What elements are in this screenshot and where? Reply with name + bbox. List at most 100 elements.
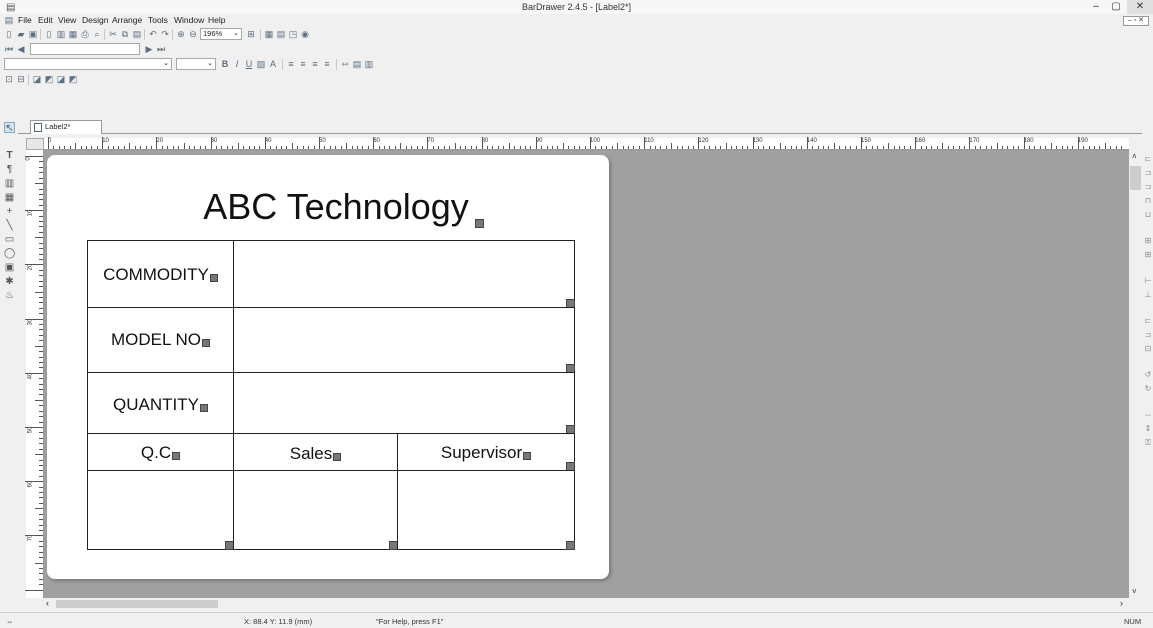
supervisor-signature-cell[interactable] <box>397 470 575 550</box>
stamp-tool-icon[interactable]: ♨ <box>4 290 15 301</box>
title-resize-handle[interactable] <box>475 219 484 228</box>
layout-icon[interactable]: ▤ <box>276 29 286 39</box>
align-top-icon[interactable]: ⊓ <box>1143 196 1153 205</box>
flip-h-icon[interactable]: ⇔ <box>1143 410 1153 419</box>
menu-edit[interactable]: Edit <box>38 15 53 25</box>
menu-tools[interactable]: Tools <box>148 15 168 25</box>
text-tool-icon[interactable]: T <box>4 150 15 161</box>
new-icon[interactable]: ▯ <box>4 29 14 39</box>
line-tool-icon[interactable]: ╲ <box>4 220 15 231</box>
menu-view[interactable]: View <box>58 15 76 25</box>
align-middle-icon[interactable]: ⊔ <box>1143 210 1153 219</box>
zoom-select[interactable]: 196% ⌄ <box>200 28 242 40</box>
rotate-right-icon[interactable]: ↻ <box>1143 384 1153 393</box>
group-icon[interactable]: ⊡ <box>4 74 14 84</box>
print-preview-icon[interactable]: ⌕ <box>92 29 102 39</box>
font-size-up-icon[interactable]: A <box>268 59 278 69</box>
symbol-tool-icon[interactable]: ✱ <box>4 276 15 287</box>
center-h-icon[interactable]: ⊏ <box>1143 316 1153 325</box>
scroll-left-icon[interactable]: ‹ <box>46 598 49 608</box>
fit-page-icon[interactable]: ⊞ <box>246 29 256 39</box>
design-canvas[interactable]: ABC Technology COMMODITY MODEL NO QUANTI… <box>44 150 1129 598</box>
qc-signature-cell[interactable] <box>87 470 234 550</box>
previous-record-icon[interactable]: ◀ <box>16 44 26 54</box>
commodity-label-cell[interactable]: COMMODITY <box>87 240 234 308</box>
flip-v-icon[interactable]: ⇕ <box>1143 424 1153 433</box>
open-icon[interactable]: ▰ <box>16 29 26 39</box>
text-field-handle[interactable] <box>199 404 208 412</box>
paragraph-tool-icon[interactable]: ¶ <box>4 164 15 175</box>
font-size-select[interactable]: ⌄ <box>176 58 216 70</box>
record-input[interactable] <box>30 43 140 55</box>
label-title-text[interactable]: ABC Technology <box>121 186 551 228</box>
center-page-icon[interactable]: ⊡ <box>1143 344 1153 353</box>
save-icon[interactable]: ▣ <box>28 29 38 39</box>
pointer-tool-icon[interactable]: ↖ <box>4 122 15 134</box>
same-height-icon[interactable]: ⊥ <box>1143 290 1153 299</box>
crosshair-tool-icon[interactable]: + <box>4 206 15 217</box>
line-spacing-icon[interactable]: ▥ <box>364 59 374 69</box>
vertical-scrollbar[interactable]: ˄ ˅ <box>1129 150 1142 598</box>
page-setup-icon[interactable]: ▯ <box>44 29 54 39</box>
image-icon[interactable]: ▦ <box>68 29 78 39</box>
image-tool-icon[interactable]: ▣ <box>4 262 15 273</box>
document-menu-icon[interactable]: ▤ <box>4 15 14 25</box>
distribute-h-icon[interactable]: ⊞ <box>1143 236 1153 245</box>
quantity-value-cell[interactable] <box>233 372 575 434</box>
model-no-label-cell[interactable]: MODEL NO <box>87 307 234 373</box>
redo-icon[interactable]: ↷ <box>160 29 170 39</box>
maximize-button[interactable]: ▢ <box>1107 0 1125 14</box>
ruler-unit-corner[interactable] <box>26 138 44 150</box>
next-record-icon[interactable]: ▶ <box>144 44 154 54</box>
qrcode-tool-icon[interactable]: ▦ <box>4 192 15 203</box>
minimize-button[interactable]: – <box>1087 0 1105 14</box>
copy-icon[interactable]: ⧉ <box>120 29 130 39</box>
menu-file[interactable]: File <box>18 15 32 25</box>
word-wrap-icon[interactable]: ▤ <box>352 59 362 69</box>
align-left-edge-icon[interactable]: ⊏ <box>1143 154 1153 163</box>
quantity-label-cell[interactable]: QUANTITY <box>87 372 234 434</box>
zoom-in-icon[interactable]: ⊕ <box>176 29 186 39</box>
grid-icon[interactable]: ▦ <box>264 29 274 39</box>
menu-help[interactable]: Help <box>208 15 225 25</box>
align-right-icon[interactable]: ≡ <box>310 59 320 69</box>
sales-header-cell[interactable]: Sales <box>233 433 398 471</box>
horizontal-scrollbar[interactable]: ‹ › <box>44 598 1129 610</box>
commodity-value-cell[interactable] <box>233 240 575 308</box>
center-v-icon[interactable]: ⊐ <box>1143 330 1153 339</box>
underline-icon[interactable]: U <box>244 59 254 69</box>
italic-icon[interactable]: I <box>232 59 242 69</box>
paste-icon[interactable]: ▤ <box>132 29 142 39</box>
align-center-icon[interactable]: ≡ <box>298 59 308 69</box>
lock-icon[interactable]: ⚿ <box>1143 438 1153 448</box>
align-left-icon[interactable]: ≡ <box>286 59 296 69</box>
text-field-handle[interactable] <box>333 453 342 461</box>
first-record-icon[interactable]: ⏮ <box>4 44 14 54</box>
database-icon[interactable]: ▥ <box>56 29 66 39</box>
ungroup-icon[interactable]: ⊟ <box>16 74 26 84</box>
same-width-icon[interactable]: ⊢ <box>1143 276 1153 285</box>
properties-icon[interactable]: ◉ <box>300 29 310 39</box>
font-name-select[interactable]: ⌄ <box>4 58 172 70</box>
justify-icon[interactable]: ≡ <box>322 59 332 69</box>
bring-front-icon[interactable]: ◪ <box>32 74 42 84</box>
char-spacing-icon[interactable]: ⇿ <box>340 59 350 69</box>
ellipse-tool-icon[interactable]: ◯ <box>4 248 15 259</box>
scroll-down-icon[interactable]: ˅ <box>1132 587 1137 596</box>
close-button[interactable]: ✕ <box>1127 0 1153 14</box>
sales-signature-cell[interactable] <box>233 470 398 550</box>
label-page[interactable]: ABC Technology COMMODITY MODEL NO QUANTI… <box>47 155 609 579</box>
text-color-icon[interactable]: ▧ <box>256 59 266 69</box>
text-field-handle[interactable] <box>523 452 532 460</box>
model-no-value-cell[interactable] <box>233 307 575 373</box>
zoom-out-icon[interactable]: ⊖ <box>188 29 198 39</box>
rectangle-tool-icon[interactable]: ▭ <box>4 234 15 245</box>
vertical-scroll-thumb[interactable] <box>1130 166 1141 190</box>
select-mode-icon[interactable]: ◳ <box>288 29 298 39</box>
horizontal-scroll-thumb[interactable] <box>56 600 218 608</box>
rotate-left-icon[interactable]: ↺ <box>1143 370 1153 379</box>
print-icon[interactable]: ⎙ <box>80 29 90 39</box>
bold-icon[interactable]: B <box>220 59 230 69</box>
scroll-up-icon[interactable]: ˄ <box>1132 152 1137 161</box>
align-right-edge-icon[interactable]: ⊐ <box>1143 182 1153 191</box>
